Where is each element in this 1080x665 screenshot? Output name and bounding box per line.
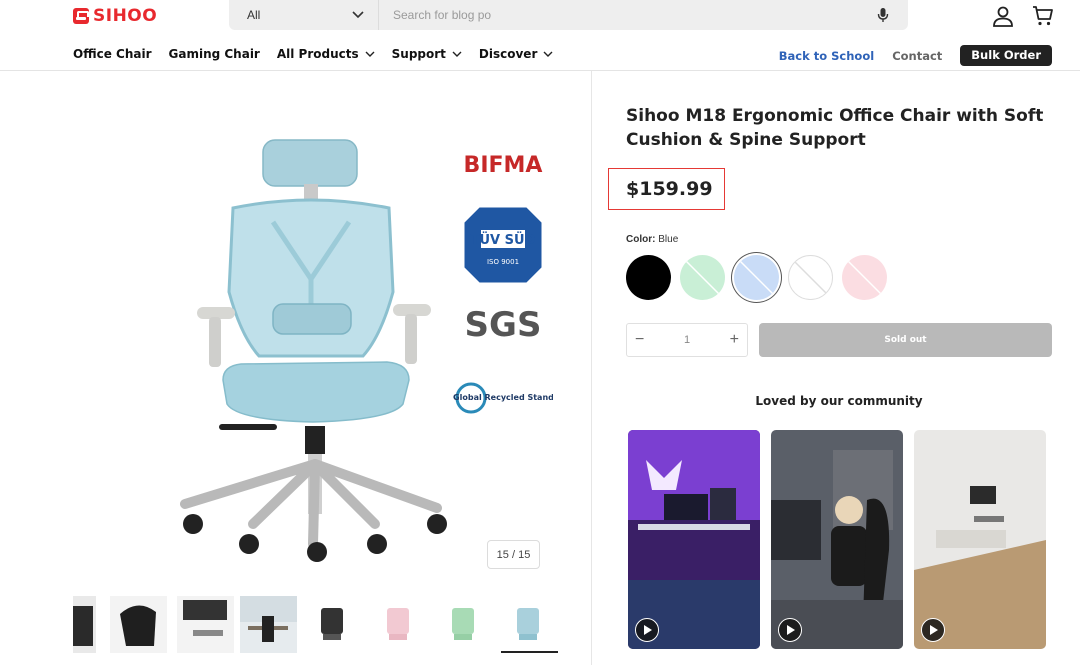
image-counter: 15 / 15 xyxy=(487,540,540,569)
thumbnail[interactable] xyxy=(73,596,96,653)
iso-label: ISO 9001 xyxy=(487,258,519,266)
nav-support[interactable]: Support xyxy=(392,47,462,61)
community-video-card[interactable] xyxy=(628,430,760,649)
room-thumbnail xyxy=(914,430,1046,649)
sold-out-button[interactable]: Sold out xyxy=(759,323,1052,357)
back-to-school-link[interactable]: Back to School xyxy=(779,49,874,63)
chevron-down-icon xyxy=(365,51,375,57)
bulk-order-button[interactable]: Bulk Order xyxy=(960,45,1052,66)
account-icon[interactable] xyxy=(991,4,1015,28)
person-chair-thumbnail xyxy=(771,430,903,649)
community-video-card[interactable] xyxy=(914,430,1046,649)
swatch-white[interactable] xyxy=(788,255,833,300)
search-input[interactable] xyxy=(379,0,858,30)
community-video-card[interactable] xyxy=(771,430,903,649)
swatch-black[interactable] xyxy=(626,255,671,300)
header-links: Back to School Contact Bulk Order xyxy=(779,45,1052,66)
chevron-down-icon xyxy=(352,11,364,19)
tuv-label: TÜV SÜD xyxy=(471,232,536,248)
nav-label: Gaming Chair xyxy=(168,47,260,61)
column-divider xyxy=(591,71,592,665)
nav-label: Discover xyxy=(478,47,538,61)
site-header: SIHOO All Office Chair Gaming Chair All … xyxy=(0,0,1080,71)
color-label-text: Color: xyxy=(626,234,656,245)
nav-all-products[interactable]: All Products xyxy=(277,47,375,61)
product-price: $159.99 xyxy=(626,178,713,200)
thumbnail-strip xyxy=(73,596,559,656)
logo-text: SIHOO xyxy=(93,6,158,26)
play-icon[interactable] xyxy=(921,618,945,642)
nav-label: Office Chair xyxy=(73,47,152,61)
thumbnail[interactable] xyxy=(240,596,297,653)
bifma-label: BIFMA xyxy=(464,153,543,178)
search-category-value: All xyxy=(247,8,261,22)
swatch-pink[interactable] xyxy=(842,255,887,300)
microphone-icon[interactable] xyxy=(858,0,908,30)
grs-label: Global Recycled Standard xyxy=(453,393,553,402)
thumbnail-active[interactable] xyxy=(501,596,558,653)
nav-label: Support xyxy=(391,47,446,61)
play-icon[interactable] xyxy=(778,618,802,642)
plus-icon[interactable]: + xyxy=(730,331,739,349)
nav-label: All Products xyxy=(276,47,359,61)
color-label: Color: Blue xyxy=(626,234,678,245)
nav-discover[interactable]: Discover xyxy=(479,47,553,61)
chevron-down-icon xyxy=(543,51,553,57)
chevron-down-icon xyxy=(452,51,462,57)
product-title: Sihoo M18 Ergonomic Office Chair with So… xyxy=(626,106,1044,150)
cart-icon[interactable] xyxy=(1031,4,1055,28)
nav-gaming-chair[interactable]: Gaming Chair xyxy=(169,47,260,61)
certification-badges-image: BIFMA TÜV SÜD ISO 9001 SGS Global Recycl… xyxy=(453,153,553,414)
minus-icon[interactable]: − xyxy=(635,331,644,349)
quantity-value[interactable]: 1 xyxy=(684,334,690,346)
search-bar: All xyxy=(229,0,908,30)
quantity-stepper[interactable]: − 1 + xyxy=(626,323,748,357)
thumbnail[interactable] xyxy=(305,596,362,653)
play-icon[interactable] xyxy=(635,618,659,642)
gaming-setup-thumbnail xyxy=(628,430,760,649)
swatch-green[interactable] xyxy=(680,255,725,300)
product-main-image[interactable]: BIFMA TÜV SÜD ISO 9001 SGS Global Recycl… xyxy=(73,104,559,580)
thumbnail[interactable] xyxy=(436,596,493,653)
search-category-select[interactable]: All xyxy=(229,0,379,30)
sgs-label: SGS xyxy=(465,305,542,345)
swatch-blue-selected[interactable] xyxy=(734,255,779,300)
logo-icon xyxy=(73,8,89,24)
thumbnail[interactable] xyxy=(177,596,234,653)
thumbnail[interactable] xyxy=(371,596,428,653)
thumbnail[interactable] xyxy=(110,596,167,653)
contact-link[interactable]: Contact xyxy=(892,49,942,63)
color-value: Blue xyxy=(658,234,679,245)
community-heading: Loved by our community xyxy=(755,394,923,408)
main-nav: Office Chair Gaming Chair All Products S… xyxy=(73,47,553,61)
sihoo-logo[interactable]: SIHOO xyxy=(73,6,157,26)
nav-office-chair[interactable]: Office Chair xyxy=(73,47,152,61)
